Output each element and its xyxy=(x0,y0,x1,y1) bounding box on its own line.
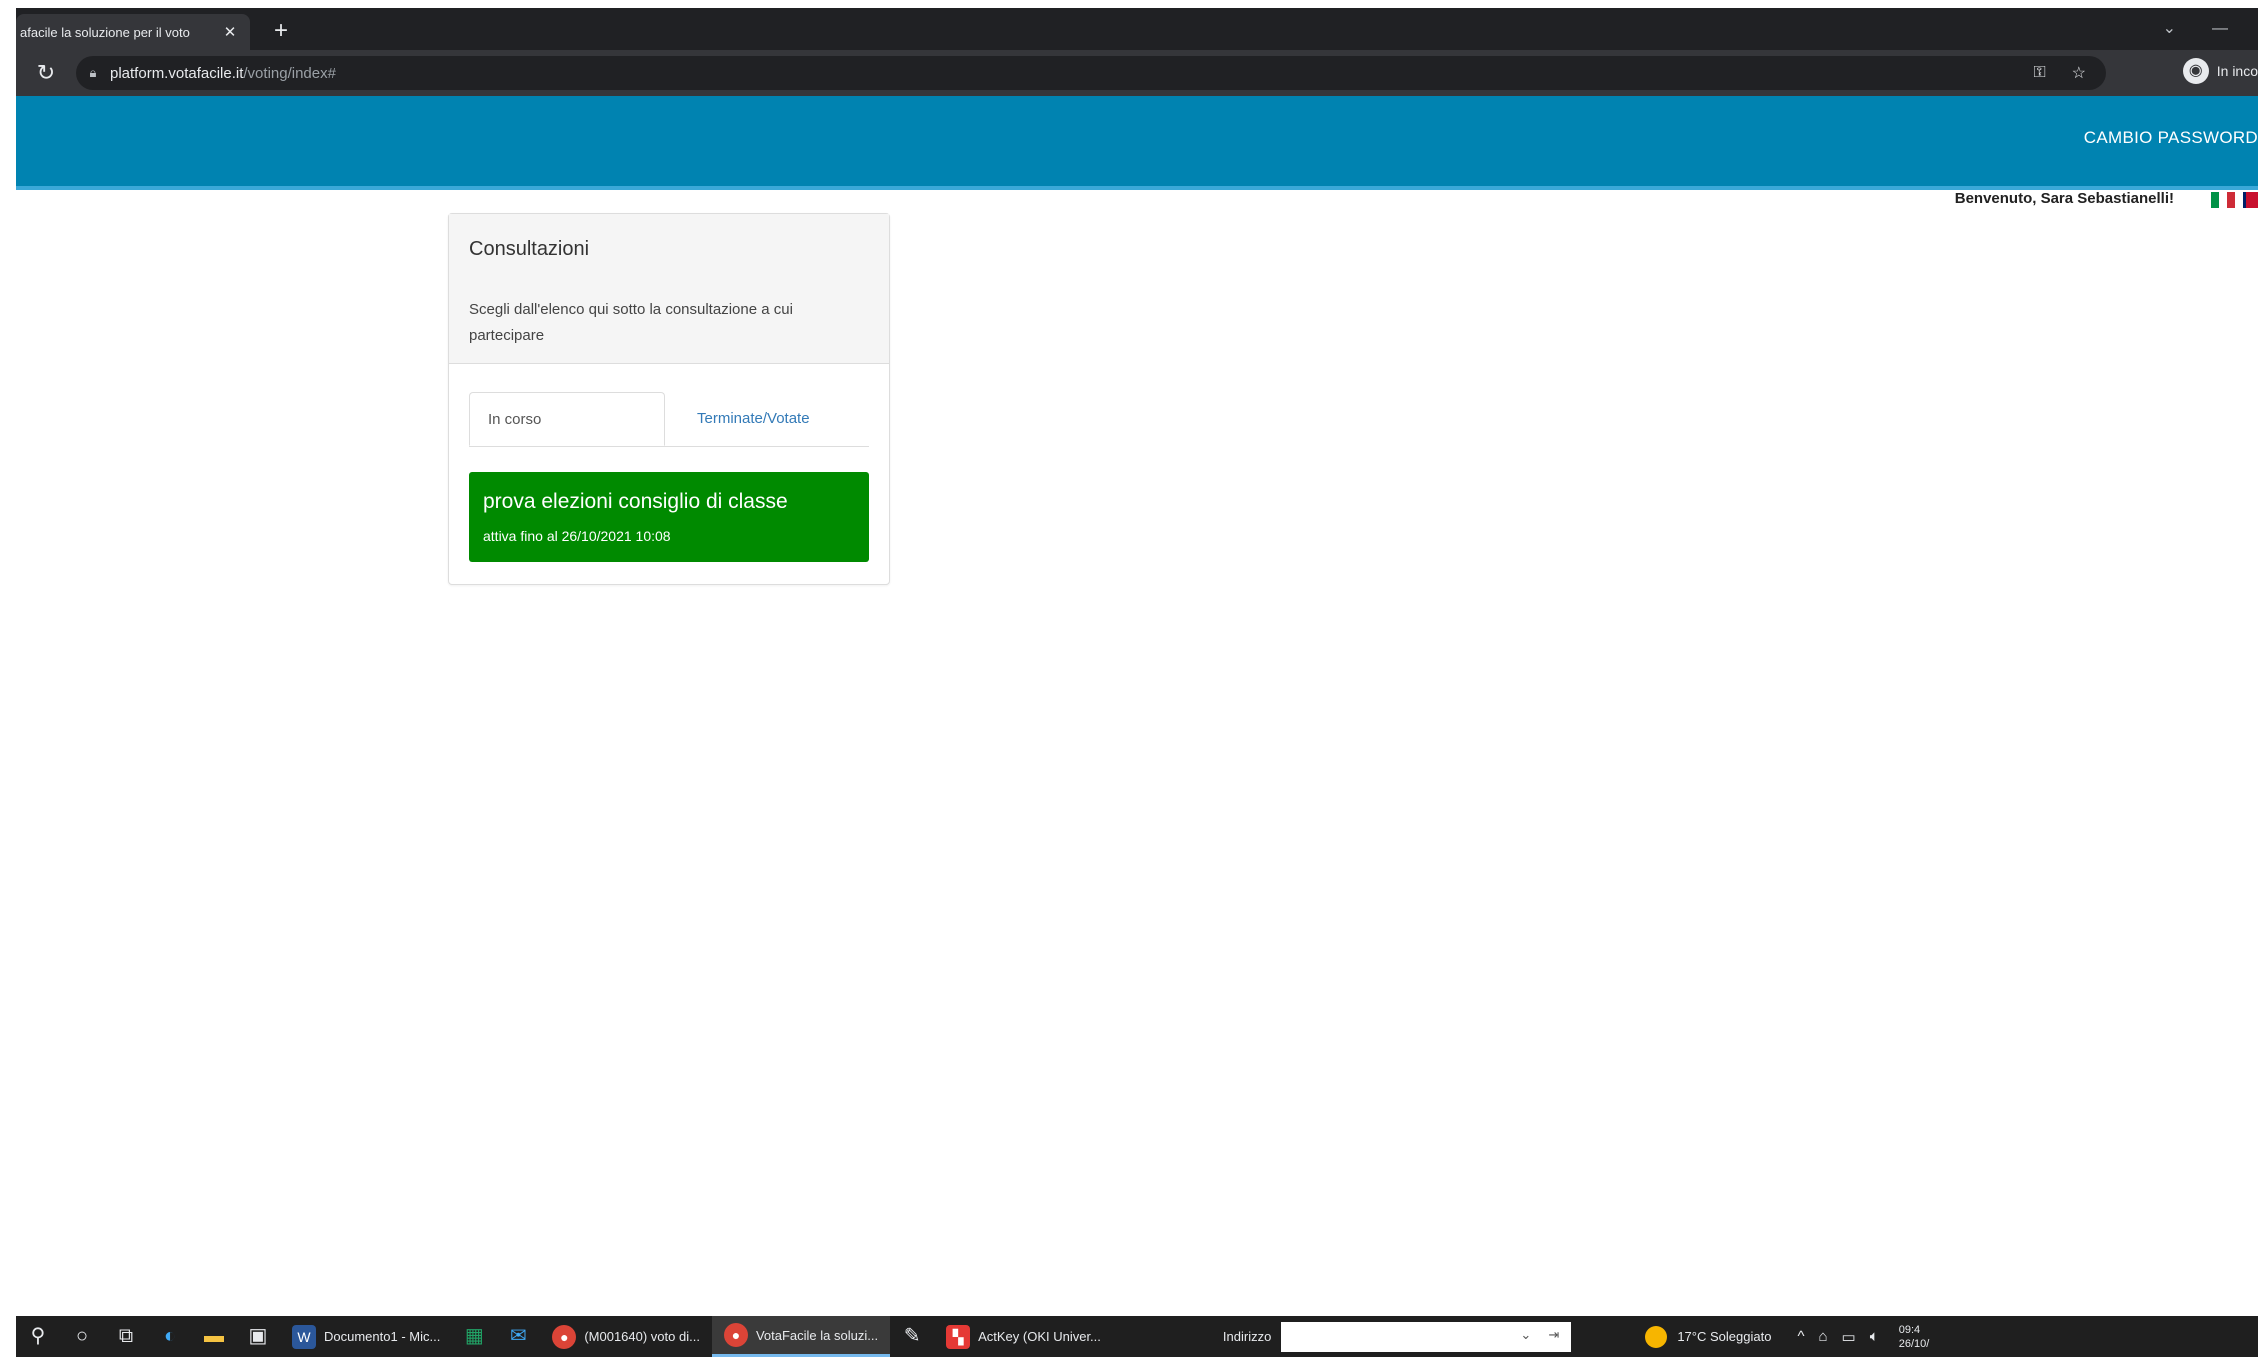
site-navbar: CAMBIO PASSWORD xyxy=(16,96,2258,190)
browser-toolbar: ↻ 🔒︎ platform.votafacile.it /voting/inde… xyxy=(16,50,2258,96)
tab-in-corso[interactable]: In corso xyxy=(469,392,665,446)
weather-text: 17°C Soleggiato xyxy=(1677,1329,1772,1344)
panel-heading: Consultazioni Scegli dall'elenco qui sot… xyxy=(449,214,889,364)
tab-search-icon[interactable]: ⌄ xyxy=(2163,14,2176,44)
excel-icon[interactable]: ▦ xyxy=(452,1316,496,1357)
star-icon[interactable]: ☆ xyxy=(2072,63,2086,83)
clock-time: 09:4 xyxy=(1898,1323,1921,1336)
taskbar-app-word[interactable]: W Documento1 - Mic... xyxy=(280,1316,452,1357)
taskbar-app-chrome-mail[interactable]: ● (M001640) voto di... xyxy=(540,1316,712,1357)
mail-icon[interactable]: ✉ xyxy=(496,1316,540,1357)
incognito-icon: ◉ xyxy=(2182,58,2209,84)
welcome-text: Benvenuto, Sara Sebastianelli! xyxy=(1954,190,2174,207)
lock-icon[interactable]: 🔒︎ xyxy=(76,65,110,81)
italian-flag-icon[interactable] xyxy=(2211,192,2235,208)
weather-widget[interactable]: 17°C Soleggiato xyxy=(1645,1325,1772,1348)
english-flag-icon[interactable] xyxy=(2243,192,2258,208)
task-view-icon[interactable]: ⧉ xyxy=(104,1316,148,1357)
volume-icon[interactable]: 🔈︎ xyxy=(1870,1328,1879,1346)
taskbar-app-label: Documento1 - Mic... xyxy=(324,1329,441,1344)
panel-description: Scegli dall'elenco qui sotto la consulta… xyxy=(469,301,793,344)
clock-date: 26/10/ xyxy=(1898,1337,1930,1350)
system-tray: ^ ⌂ ▭ 🔈︎ xyxy=(1797,1328,1878,1346)
window-controls: ⌄ — xyxy=(2163,14,2258,44)
taskbar-app-label: (M001640) voto di... xyxy=(584,1329,700,1344)
taskbar-app-label: ActKey (OKI Univer... xyxy=(978,1329,1101,1344)
consultation-title: prova elezioni consiglio di classe xyxy=(483,490,788,513)
omnibox-icons: ⚿ ☆ xyxy=(2033,56,2086,90)
consultation-tabs: In corso Terminate/Votate xyxy=(469,392,869,447)
browser-tab[interactable]: afacile la soluzione per il voto ✕ xyxy=(16,14,250,50)
chrome-icon: ● xyxy=(723,1323,748,1347)
edge-icon[interactable]: ◐ xyxy=(148,1316,192,1357)
address-toolbar-label: Indirizzo xyxy=(1222,1329,1272,1344)
taskbar-address-input[interactable]: ⌄ ⇥ xyxy=(1281,1321,1572,1352)
change-password-link[interactable]: CAMBIO PASSWORD xyxy=(2084,128,2258,148)
word-icon: W xyxy=(292,1324,316,1349)
left-edge xyxy=(0,0,16,1357)
language-flags xyxy=(2211,192,2258,208)
sun-icon xyxy=(1645,1325,1668,1348)
taskbar-app-chrome-votafacile[interactable]: ● VotaFacile la soluzi... xyxy=(711,1316,891,1357)
consultation-item[interactable]: prova elezioni consiglio di classe attiv… xyxy=(469,472,869,562)
consultation-deadline: attiva fino al 26/10/2021 10:08 xyxy=(483,528,671,544)
minimize-icon[interactable]: — xyxy=(2212,14,2228,44)
cortana-icon[interactable]: ○ xyxy=(60,1316,104,1357)
windows-taskbar: ⚲ ○ ⧉ ◐ ▬ ▣ W Documento1 - Mic... ▦ ✉ ● … xyxy=(16,1316,2258,1357)
go-icon[interactable]: ⇥ xyxy=(1548,1327,1559,1343)
tab-title: afacile la soluzione per il voto xyxy=(20,24,190,40)
new-tab-icon[interactable]: + xyxy=(266,16,296,46)
network-icon[interactable]: ⌂ xyxy=(1818,1328,1827,1346)
reload-icon[interactable]: ↻ xyxy=(32,59,60,87)
url-host: platform.votafacile.it xyxy=(110,64,244,82)
profile-label: In inco xyxy=(2216,63,2258,79)
url-path: /voting/index# xyxy=(243,64,336,82)
store-icon[interactable]: ▣ xyxy=(236,1316,280,1357)
address-bar[interactable]: 🔒︎ platform.votafacile.it /voting/index#… xyxy=(76,56,2106,90)
panel-title: Consultazioni xyxy=(469,238,590,260)
screen: afacile la soluzione per il voto ✕ + ⌄ —… xyxy=(0,0,2258,1357)
close-icon[interactable]: ✕ xyxy=(220,23,240,41)
pen-icon[interactable]: ✎ xyxy=(890,1316,934,1357)
browser-tabbar: afacile la soluzione per il voto ✕ + ⌄ — xyxy=(16,8,2258,50)
profile-button[interactable]: ◉ In inco xyxy=(2182,58,2258,84)
chevron-up-icon[interactable]: ^ xyxy=(1797,1328,1804,1346)
chevron-down-icon[interactable]: ⌄ xyxy=(1520,1327,1531,1343)
chrome-icon: ● xyxy=(552,1324,577,1349)
tab-terminate-votate[interactable]: Terminate/Votate xyxy=(679,392,828,446)
consultations-panel: Consultazioni Scegli dall'elenco qui sot… xyxy=(448,213,890,585)
clock[interactable]: 09:4 26/10/ xyxy=(1899,1323,1930,1351)
display-icon[interactable]: ▭ xyxy=(1842,1328,1856,1346)
actkey-icon: ▚ xyxy=(946,1324,971,1349)
key-icon[interactable]: ⚿ xyxy=(2033,64,2045,82)
taskbar-app-actkey[interactable]: ▚ ActKey (OKI Univer... xyxy=(934,1316,1113,1357)
taskbar-app-label: VotaFacile la soluzi... xyxy=(755,1327,879,1343)
search-icon[interactable]: ⚲ xyxy=(16,1316,60,1357)
file-explorer-icon[interactable]: ▬ xyxy=(192,1316,236,1357)
